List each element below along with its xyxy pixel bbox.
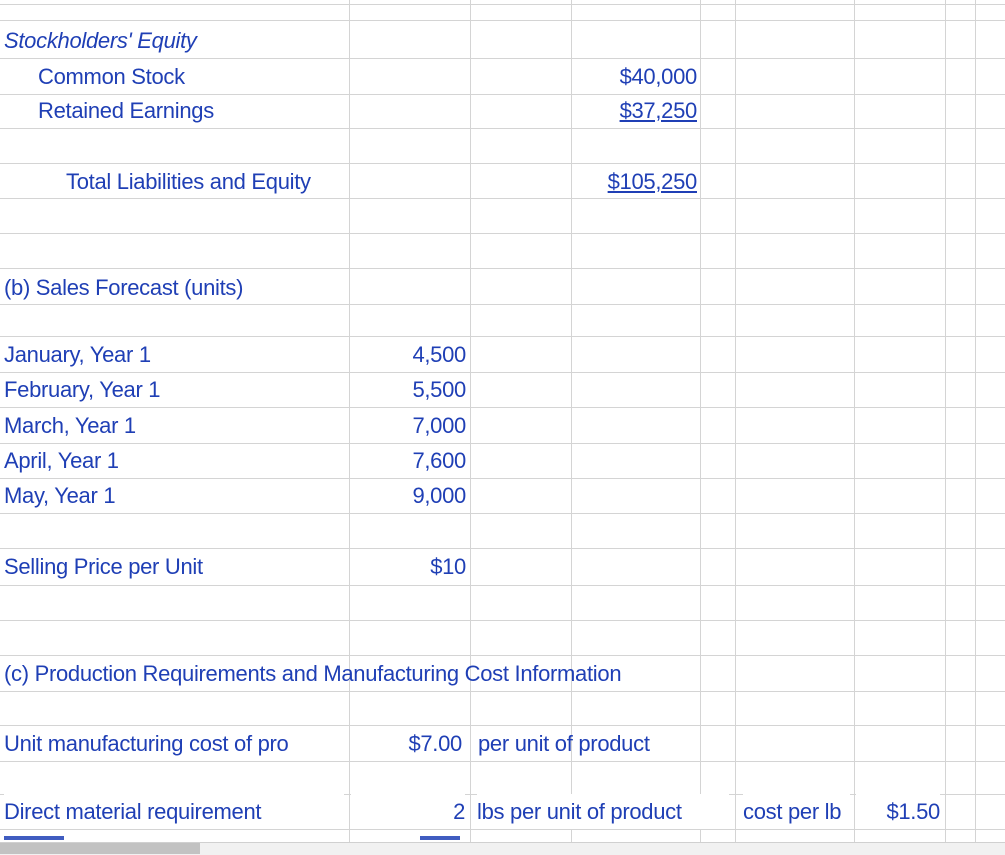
unit-manufacturing-cost-value[interactable]: $7.00 bbox=[351, 726, 466, 761]
forecast-month[interactable]: March, Year 1 bbox=[4, 408, 344, 443]
unit-manufacturing-cost-label[interactable]: Unit manufacturing cost of pro bbox=[4, 726, 344, 761]
production-heading[interactable]: (c) Production Requirements and Manufact… bbox=[4, 656, 804, 691]
selling-price-label[interactable]: Selling Price per Unit bbox=[4, 549, 344, 584]
retained-earnings-value[interactable]: $37,250 bbox=[573, 93, 697, 128]
stockholders-equity-label[interactable]: Stockholders' Equity bbox=[4, 23, 344, 58]
forecast-month[interactable]: January, Year 1 bbox=[4, 337, 344, 372]
scrollbar-thumb[interactable] bbox=[0, 843, 200, 854]
retained-earnings-label[interactable]: Retained Earnings bbox=[38, 93, 343, 128]
cost-per-lb-label[interactable]: cost per lb bbox=[743, 794, 850, 829]
common-stock-value[interactable]: $40,000 bbox=[573, 59, 697, 94]
forecast-units[interactable]: 7,000 bbox=[352, 408, 466, 443]
direct-material-value[interactable]: 2 bbox=[351, 794, 465, 829]
next-row-text-fragment bbox=[4, 836, 64, 840]
forecast-month[interactable]: May, Year 1 bbox=[4, 478, 344, 513]
cost-per-lb-value[interactable]: $1.50 bbox=[856, 794, 940, 829]
unit-manufacturing-cost-unit[interactable]: per unit of product bbox=[478, 726, 728, 761]
sales-forecast-heading[interactable]: (b) Sales Forecast (units) bbox=[4, 270, 344, 305]
forecast-units[interactable]: 4,500 bbox=[352, 337, 466, 372]
next-row-value-fragment bbox=[420, 836, 460, 840]
direct-material-label[interactable]: Direct material requirement bbox=[4, 794, 344, 829]
direct-material-unit[interactable]: lbs per unit of product bbox=[477, 794, 729, 829]
forecast-units[interactable]: 9,000 bbox=[352, 478, 466, 513]
forecast-units[interactable]: 7,600 bbox=[352, 443, 466, 478]
forecast-month[interactable]: February, Year 1 bbox=[4, 372, 344, 407]
total-liabilities-equity-label[interactable]: Total Liabilities and Equity bbox=[66, 164, 376, 199]
selling-price-value[interactable]: $10 bbox=[352, 549, 466, 584]
forecast-units[interactable]: 5,500 bbox=[352, 372, 466, 407]
forecast-month[interactable]: April, Year 1 bbox=[4, 443, 344, 478]
total-liabilities-equity-value[interactable]: $105,250 bbox=[573, 164, 697, 199]
common-stock-label[interactable]: Common Stock bbox=[38, 59, 343, 94]
